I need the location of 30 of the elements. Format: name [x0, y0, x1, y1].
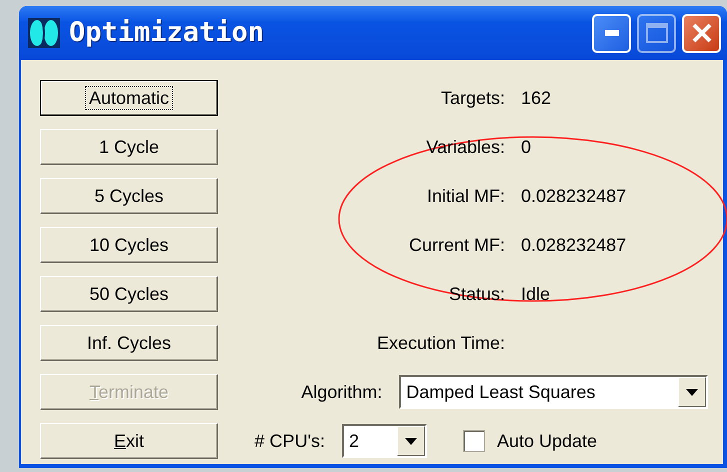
- button[interactable]: 5 Cycles: [40, 178, 218, 214]
- minimize-button[interactable]: [592, 14, 631, 52]
- button[interactable]: Exit: [40, 423, 218, 459]
- app-icon: [27, 17, 61, 49]
- field-label: Algorithm:: [300, 380, 382, 404]
- checkbox-label: Auto Update: [497, 430, 598, 453]
- maximize-icon: [646, 23, 668, 43]
- field-value: 0: [521, 136, 532, 158]
- field-label: Targets:: [440, 88, 505, 108]
- field-value: 162: [521, 86, 552, 110]
- button[interactable]: Inf. Cycles: [40, 325, 218, 361]
- algorithm-dropdown[interactable]: Damped Least Squares: [399, 375, 708, 409]
- cpu-dropdown[interactable]: 2: [342, 424, 427, 458]
- field-label: Execution Time:: [376, 332, 505, 352]
- field-label: # CPU's:: [254, 430, 325, 452]
- field-value: 0.028232487: [521, 184, 626, 208]
- field-label: Current MF:: [408, 234, 505, 254]
- checkbox[interactable]: [463, 430, 485, 452]
- window-title: Optimization: [69, 16, 264, 50]
- minimize-icon: [604, 30, 618, 36]
- button[interactable]: 10 Cycles: [40, 227, 218, 263]
- field-value: Idle: [521, 282, 550, 306]
- field-label: Initial MF:: [426, 186, 505, 206]
- close-button[interactable]: [682, 14, 721, 52]
- field-value: 0.028232487: [521, 234, 626, 256]
- maximize-button[interactable]: [637, 14, 676, 52]
- close-icon: [690, 22, 712, 44]
- button[interactable]: 50 Cycles: [40, 276, 218, 312]
- button[interactable]: Automatic: [40, 80, 218, 116]
- button[interactable]: 1 Cycle: [40, 129, 218, 165]
